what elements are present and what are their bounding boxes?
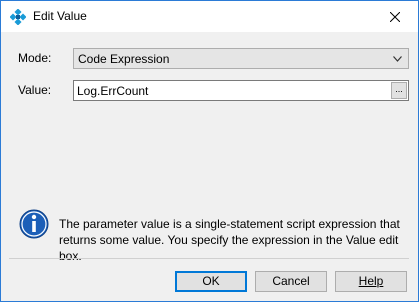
- info-icon: [19, 209, 49, 239]
- help-button[interactable]: Help: [335, 271, 407, 292]
- mode-dropdown[interactable]: Code Expression: [73, 48, 409, 69]
- window-title: Edit Value: [33, 9, 87, 23]
- ok-button[interactable]: OK: [175, 271, 247, 292]
- mode-selected-value: Code Expression: [78, 52, 170, 66]
- close-button[interactable]: [376, 1, 414, 32]
- cancel-button[interactable]: Cancel: [255, 271, 327, 292]
- value-input-text: Log.ErrCount: [77, 84, 149, 98]
- close-icon: [390, 11, 400, 22]
- divider: [9, 258, 409, 259]
- edit-value-dialog: Edit Value Mode: Code Expression Value: …: [0, 0, 419, 302]
- app-icon: [9, 8, 27, 26]
- title-bar: Edit Value: [1, 1, 418, 32]
- help-button-label: Help: [358, 274, 384, 288]
- value-label: Value:: [18, 83, 52, 97]
- value-input[interactable]: Log.ErrCount ...: [73, 80, 409, 101]
- browse-button[interactable]: ...: [391, 82, 407, 99]
- info-message: The parameter value is a single-statemen…: [59, 217, 400, 263]
- mode-label: Mode:: [18, 51, 52, 65]
- chevron-down-icon: [393, 56, 402, 62]
